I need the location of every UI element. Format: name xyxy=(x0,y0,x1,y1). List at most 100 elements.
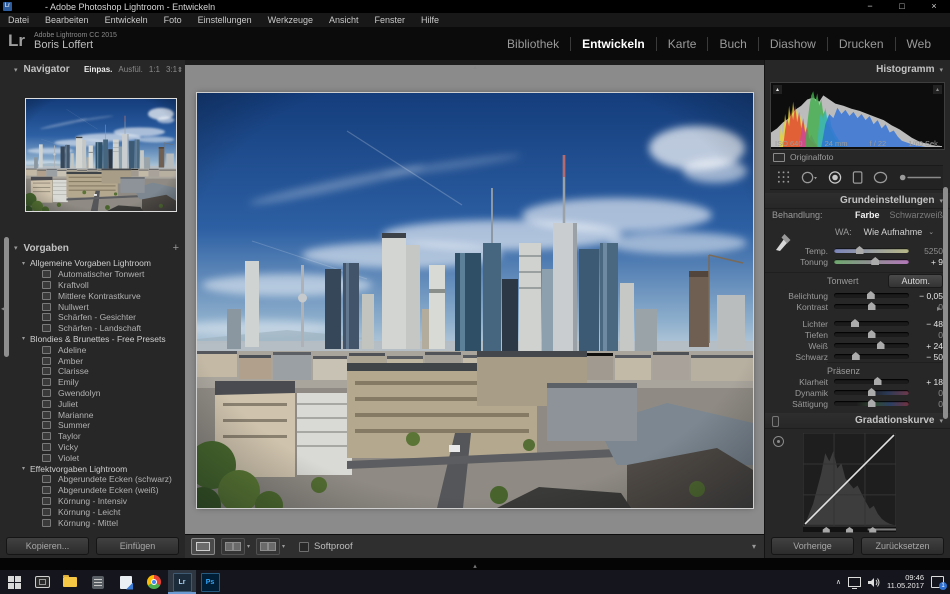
preset-item[interactable]: Kraftvoll xyxy=(14,280,181,291)
preset-item[interactable]: Körnung - Leicht xyxy=(14,506,181,517)
menu-item[interactable]: Einstellungen xyxy=(190,15,260,25)
notepad-app-button[interactable] xyxy=(112,570,140,594)
slider-track[interactable] xyxy=(834,321,909,326)
histogram-header[interactable]: Histogramm ▾ xyxy=(765,62,950,77)
slider-thumb[interactable] xyxy=(868,388,876,396)
slider-thumb[interactable] xyxy=(851,319,859,327)
navigator-header[interactable]: ▾ Navigator Einpas.Ausfül.1:13:1 ⇕ xyxy=(14,64,183,75)
navigator-preview[interactable] xyxy=(26,99,176,211)
targeted-adjustment-icon[interactable] xyxy=(773,436,784,447)
add-preset-button[interactable]: + xyxy=(173,242,179,254)
right-scrollbar[interactable] xyxy=(943,187,948,419)
navigator-zoom-option[interactable]: 3:1 xyxy=(166,65,177,74)
module-tab[interactable]: Karte xyxy=(656,37,708,51)
task-view-button[interactable] xyxy=(28,570,56,594)
preset-group-header[interactable]: ▾ Effektvorgaben Lightroom xyxy=(14,463,181,474)
clock[interactable]: 09:46 11.05.2017 xyxy=(887,574,924,591)
notes-app-button[interactable] xyxy=(84,570,112,594)
histogram[interactable]: ▴ ▴ ISO 64024 mmf / 221/60 Sek. xyxy=(770,82,945,150)
zoom-updown-icon[interactable]: ⇕ xyxy=(177,66,183,74)
slider-value[interactable]: 5250 xyxy=(909,246,943,256)
module-tab[interactable]: Diashow xyxy=(758,37,827,51)
preset-item[interactable]: Adeline xyxy=(14,344,181,355)
red-eye-tool-icon[interactable] xyxy=(828,170,842,185)
adjustment-brush-tool-icon[interactable] xyxy=(898,170,943,185)
treatment-bw-option[interactable]: Schwarzweiß xyxy=(889,210,943,220)
navigator-zoom-option[interactable]: Einpas. xyxy=(84,65,112,74)
crop-tool-icon[interactable] xyxy=(777,170,791,185)
preset-item[interactable]: Mittlere Kontrastkurve xyxy=(14,290,181,301)
auto-tone-button[interactable]: Autom. xyxy=(888,274,943,288)
slider-track[interactable] xyxy=(834,390,909,395)
slider-value[interactable]: + 9 xyxy=(909,257,943,267)
preset-item[interactable]: Taylor xyxy=(14,431,181,442)
slider-value[interactable]: + 24 xyxy=(909,341,943,351)
slider-thumb[interactable] xyxy=(852,352,860,360)
slider-value[interactable]: − 48 xyxy=(909,319,943,329)
slider-track[interactable] xyxy=(834,354,909,359)
presets-header[interactable]: ▾ Vorgaben + xyxy=(14,242,179,254)
spot-removal-tool-icon[interactable] xyxy=(801,170,818,185)
slider-value[interactable]: − 50 xyxy=(909,352,943,362)
slider-value[interactable]: 0 xyxy=(909,388,943,398)
slider-thumb[interactable] xyxy=(871,257,879,265)
slider-thumb[interactable] xyxy=(877,341,885,349)
menu-item[interactable]: Hilfe xyxy=(413,15,447,25)
menu-item[interactable]: Foto xyxy=(156,15,190,25)
slider-thumb[interactable] xyxy=(856,246,864,254)
preset-group-header[interactable]: ▾ Allgemeine Vorgaben Lightroom xyxy=(14,258,181,269)
preset-item[interactable]: Clarisse xyxy=(14,366,181,377)
preset-group-header[interactable]: ▾ Blondies & Brunettes - Free Presets xyxy=(14,334,181,345)
menu-item[interactable]: Ansicht xyxy=(321,15,367,25)
slider-value[interactable]: 0 xyxy=(909,399,943,409)
photoshop-taskbar-button[interactable]: Ps xyxy=(196,570,224,594)
tray-expand-chevron[interactable]: ∧ xyxy=(836,578,841,586)
file-explorer-button[interactable] xyxy=(56,570,84,594)
menu-item[interactable]: Datei xyxy=(0,15,37,25)
preset-item[interactable]: Emily xyxy=(14,377,181,388)
before-after-caret[interactable]: ▾ xyxy=(282,543,285,550)
panel-switch-icon[interactable] xyxy=(772,416,779,427)
slider-value[interactable]: 0 xyxy=(909,330,943,340)
preset-item[interactable]: Juliet xyxy=(14,398,181,409)
slider-thumb[interactable] xyxy=(867,291,875,299)
module-tab[interactable]: Web xyxy=(895,37,942,51)
slider-value[interactable]: − 0,05 xyxy=(909,291,943,301)
menu-item[interactable]: Werkzeuge xyxy=(260,15,321,25)
compare-view-caret[interactable]: ▾ xyxy=(247,543,250,550)
slider-value[interactable]: + 18 xyxy=(909,377,943,387)
preset-item[interactable]: Körnung - Intensiv xyxy=(14,496,181,507)
left-scrollbar[interactable] xyxy=(4,237,9,357)
menu-item[interactable]: Fenster xyxy=(367,15,414,25)
preset-item[interactable]: Marianne xyxy=(14,409,181,420)
slider-track[interactable] xyxy=(834,343,909,348)
shadow-clipping-indicator[interactable]: ▴ xyxy=(773,85,782,94)
preset-item[interactable]: Violet xyxy=(14,452,181,463)
slider-thumb[interactable] xyxy=(868,302,876,310)
graduated-filter-tool-icon[interactable] xyxy=(852,170,863,185)
close-button[interactable]: × xyxy=(918,0,950,13)
preset-item[interactable]: Schärfen - Gesichter xyxy=(14,312,181,323)
module-tab[interactable]: Drucken xyxy=(827,37,895,51)
treatment-color-option[interactable]: Farbe xyxy=(855,210,880,220)
module-tab[interactable]: Buch xyxy=(707,37,757,51)
show-filmstrip-arrow[interactable]: ▴ xyxy=(473,562,477,570)
slider-track[interactable] xyxy=(834,379,909,384)
lightroom-taskbar-button[interactable]: Lr xyxy=(168,570,196,594)
maximize-button[interactable]: □ xyxy=(886,0,918,13)
preset-item[interactable]: Abgerundete Ecken (schwarz) xyxy=(14,474,181,485)
previous-button[interactable]: Vorherige xyxy=(771,537,854,555)
module-tab[interactable]: Entwickeln xyxy=(570,37,656,51)
collapse-left-panel-arrow[interactable]: ◂ xyxy=(1,304,5,313)
chrome-button[interactable] xyxy=(140,570,168,594)
slider-track[interactable] xyxy=(834,248,909,253)
tone-curve[interactable] xyxy=(803,433,896,533)
navigator-zoom-option[interactable]: 1:1 xyxy=(149,65,160,74)
network-icon[interactable] xyxy=(848,577,861,587)
preset-item[interactable]: Summer xyxy=(14,420,181,431)
navigator-zoom-option[interactable]: Ausfül. xyxy=(118,65,142,74)
paste-button[interactable]: Einfügen xyxy=(96,537,179,555)
preset-item[interactable]: Abgerundete Ecken (weiß) xyxy=(14,485,181,496)
menu-item[interactable]: Bearbeiten xyxy=(37,15,97,25)
highlight-clipping-indicator[interactable]: ▴ xyxy=(933,85,942,94)
